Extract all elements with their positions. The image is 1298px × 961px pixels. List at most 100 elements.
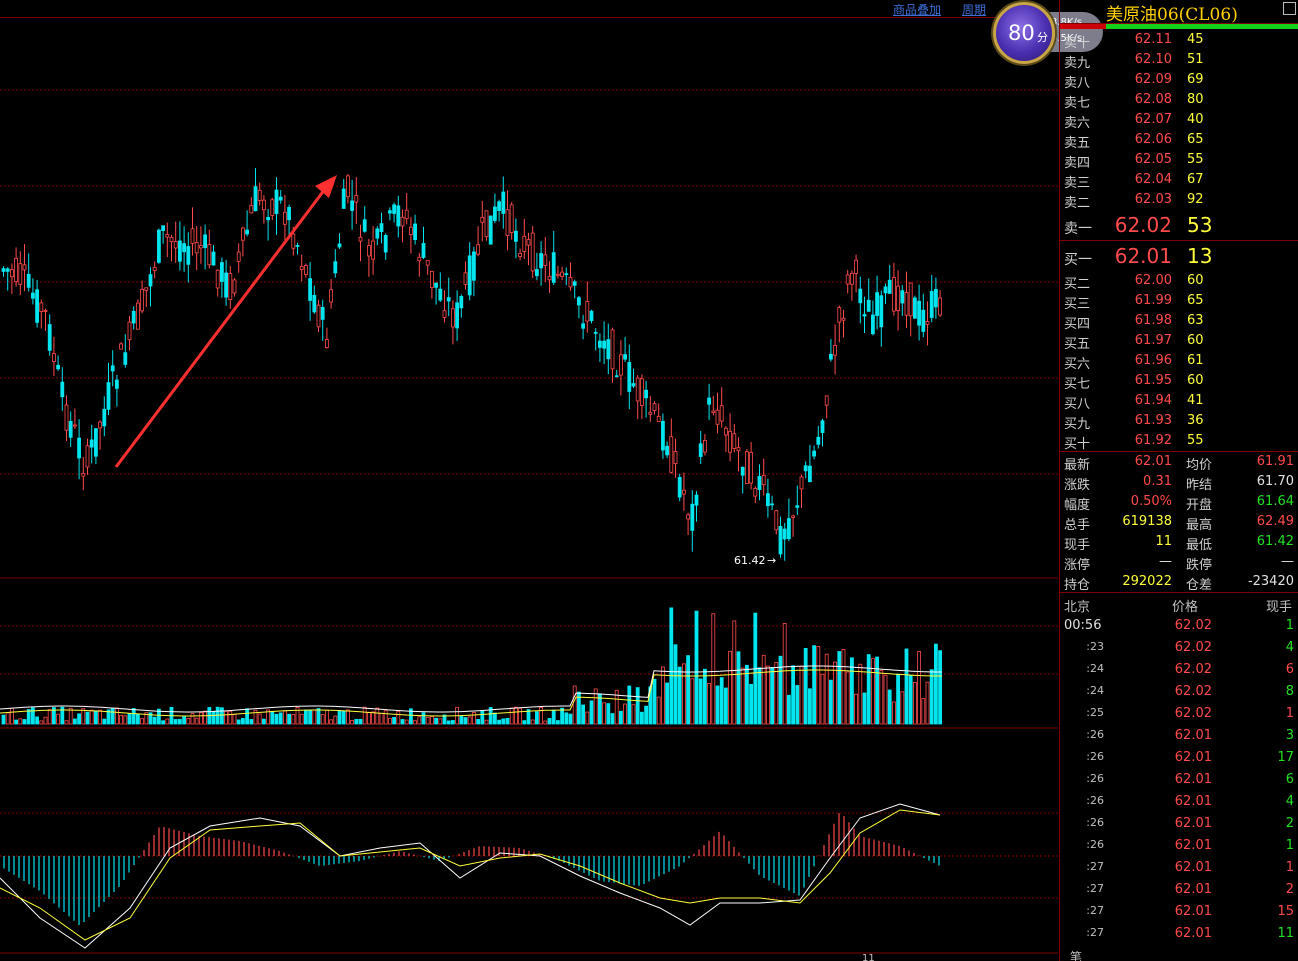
candle-body [820, 420, 825, 433]
tick-time: :25 [1086, 706, 1104, 719]
volume-bar [140, 718, 145, 725]
order-book-row[interactable]: 买八 61.94 41 [1060, 391, 1298, 412]
candle-body [463, 272, 468, 285]
volume-bar [392, 716, 397, 725]
volume-bar [308, 709, 313, 725]
order-book-row[interactable]: 卖六 62.07 40 [1060, 110, 1298, 131]
candle-body [379, 223, 384, 233]
order-price: 62.10 [1134, 52, 1172, 67]
order-price: 61.93 [1134, 413, 1172, 428]
stat-row: 幅度 0.50% 开盘 61.64 [1060, 492, 1298, 513]
stat-value: 619138 [1122, 514, 1172, 529]
volume-bar [417, 716, 422, 725]
order-price: 61.94 [1134, 393, 1172, 408]
tick-price: 62.01 [1174, 860, 1212, 875]
score-badge[interactable]: 80 分 [993, 2, 1055, 64]
order-book-row[interactable]: 买五 61.97 60 [1060, 331, 1298, 352]
order-book-row[interactable]: 卖四 62.05 55 [1060, 150, 1298, 171]
stat-value: — [1159, 554, 1172, 569]
candle-body [396, 205, 401, 227]
volume-bar [211, 711, 216, 725]
order-book-row[interactable]: 买三 61.99 65 [1060, 291, 1298, 312]
candle-body [728, 430, 732, 453]
candle-body [640, 378, 644, 406]
candle-body [198, 245, 203, 249]
order-book-row[interactable]: 买六 61.96 61 [1060, 351, 1298, 372]
volume-bar [73, 718, 77, 725]
stat-label: 开盘 [1186, 498, 1213, 513]
volume-bar [686, 655, 690, 725]
volume-bar [1, 714, 6, 725]
volume-bar [778, 655, 783, 725]
order-book-row[interactable]: 卖七 62.08 80 [1060, 90, 1298, 111]
order-book-row[interactable]: 买十 61.92 55 [1060, 431, 1298, 452]
candle-body [745, 451, 749, 485]
candle-body [14, 257, 19, 282]
volume-bar [505, 717, 510, 725]
order-level-label: 卖七 [1064, 96, 1091, 111]
order-book-row[interactable]: 卖三 62.04 67 [1060, 170, 1298, 191]
volume-bar [816, 646, 821, 725]
volume-bar [556, 720, 560, 725]
candle-body [484, 210, 489, 238]
candle-body [35, 289, 39, 323]
order-level-label: 买九 [1064, 417, 1091, 432]
order-book-row[interactable]: 买七 61.95 60 [1060, 371, 1298, 392]
volume-bar [421, 712, 426, 725]
price-chart[interactable]: 61.42 → 11 [0, 18, 1058, 961]
candle-body [556, 273, 560, 276]
score-value: 80 [1008, 21, 1035, 45]
volume-bar [656, 696, 661, 725]
divider [1060, 240, 1298, 241]
candle-body [219, 262, 224, 282]
volume-bar [610, 713, 615, 725]
candle-body [719, 405, 724, 422]
candle-body [761, 474, 766, 486]
order-book-row[interactable]: 卖九 62.10 51 [1060, 50, 1298, 71]
tick-row: :26 62.01 4 [1060, 791, 1298, 813]
volume-bar [350, 720, 355, 725]
candle-body [169, 236, 174, 243]
volume-bar [43, 716, 48, 725]
period-link[interactable]: 周期 [962, 1, 986, 18]
order-price: 61.92 [1134, 433, 1172, 448]
candle-body [808, 465, 812, 483]
volume-bar [329, 719, 334, 725]
tick-time: :26 [1086, 816, 1104, 829]
volume-bar [799, 665, 804, 725]
order-book-row[interactable]: 卖二 62.03 92 [1060, 190, 1298, 211]
volume-bar [492, 712, 497, 725]
candle-body [740, 466, 745, 476]
volume-bar [379, 712, 384, 725]
order-book-row[interactable]: 买四 61.98 63 [1060, 311, 1298, 332]
volume-bar [282, 710, 287, 725]
tick-row: :27 62.01 1 [1060, 857, 1298, 879]
order-book-row[interactable]: 买二 62.00 60 [1060, 271, 1298, 292]
commodity-overlay-link[interactable]: 商品叠加 [893, 1, 941, 18]
volume-bar [539, 707, 543, 725]
order-level-label: 卖十 [1064, 36, 1091, 51]
order-book-row[interactable]: 买九 61.93 36 [1060, 411, 1298, 432]
candle-body [115, 379, 119, 389]
candle-body [715, 409, 720, 425]
order-book-row[interactable]: 买一 62.01 13 [1060, 243, 1298, 268]
order-book-row[interactable]: 卖一 62.02 53 [1060, 212, 1298, 237]
volume-bar [568, 713, 573, 725]
order-volume: 51 [1187, 52, 1204, 67]
candle-body [429, 271, 434, 289]
candle-body [228, 273, 233, 301]
order-level-label: 卖四 [1064, 156, 1091, 171]
tick-price: 62.01 [1174, 904, 1212, 919]
candle-body [568, 277, 573, 288]
tick-volume: 6 [1285, 662, 1294, 677]
volume-bar [879, 670, 884, 725]
order-book-row[interactable]: 卖八 62.09 69 [1060, 70, 1298, 91]
volume-bar [837, 651, 842, 725]
order-book-row[interactable]: 卖五 62.06 65 [1060, 130, 1298, 151]
volume-bar [333, 715, 338, 725]
window-box-icon[interactable] [1283, 2, 1296, 15]
order-book-row[interactable]: 卖十 62.11 45 [1060, 30, 1298, 51]
volume-bar [261, 718, 266, 725]
candle-body [274, 189, 279, 215]
candle-body [240, 227, 245, 241]
